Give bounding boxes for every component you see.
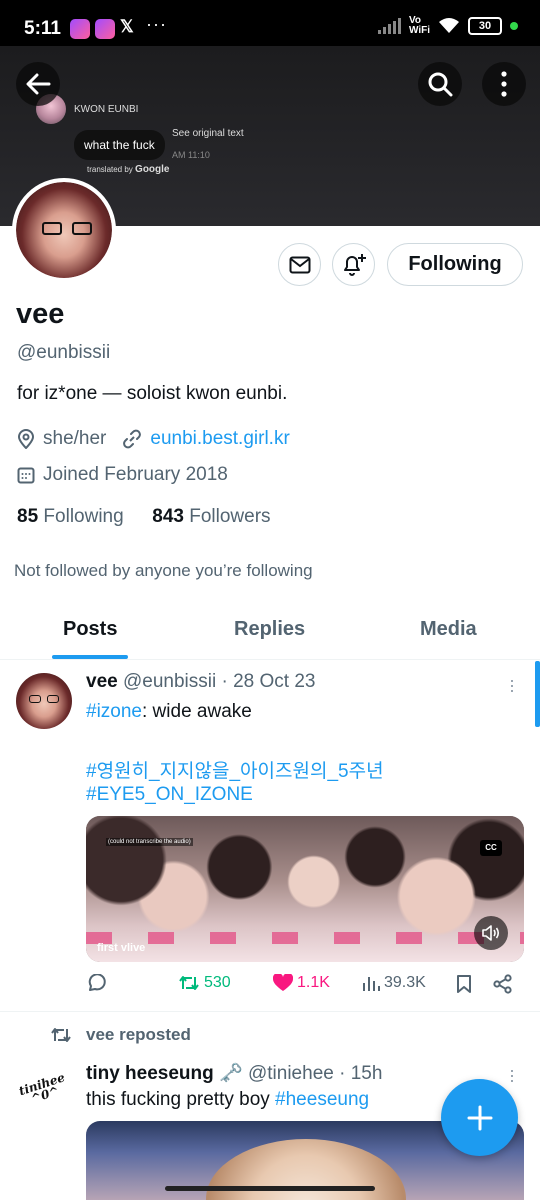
- home-indicator[interactable]: [165, 1186, 375, 1191]
- post-author-avatar[interactable]: [16, 673, 72, 729]
- vowifi-label: Vo WiFi: [408, 15, 430, 36]
- profile-tabs: Posts Replies Media: [0, 600, 540, 660]
- post-divider: [0, 1011, 540, 1012]
- share-icon: [493, 974, 512, 994]
- avatar-handwriting: tinihee ^0^: [17, 1070, 67, 1106]
- followers-count-link[interactable]: 843 Followers: [152, 506, 270, 527]
- bookmark-icon: [457, 975, 471, 993]
- following-count-link[interactable]: 85 Following: [17, 506, 124, 527]
- post-header: vee @eunbissii · 28 Oct 23: [86, 671, 315, 693]
- active-tab-indicator: [52, 655, 128, 659]
- not-followed-notice: Not followed by anyone you’re following: [14, 561, 313, 580]
- signal-icon: [377, 18, 401, 34]
- share-button[interactable]: [493, 974, 517, 994]
- key-emoji-icon: 🗝️: [219, 1063, 243, 1084]
- back-button[interactable]: [16, 62, 60, 106]
- tab-replies[interactable]: Replies: [234, 618, 305, 641]
- post-video[interactable]: (could not transcribe the audio) CC firs…: [86, 816, 524, 962]
- arrow-left-icon: [26, 73, 51, 95]
- video-watermark: first vlive: [97, 942, 146, 954]
- messenger-icon: [95, 19, 115, 39]
- x-icon: 𝕏: [120, 17, 134, 36]
- profile-handle: @eunbissii: [17, 342, 111, 363]
- post-actions: 530 1.1K 39.3K: [86, 974, 524, 998]
- profile-joined-row: Joined February 2018: [17, 464, 228, 486]
- search-icon: [428, 72, 453, 97]
- profile-meta-row: she/her eunbi.best.girl.kr: [17, 428, 290, 450]
- like-button[interactable]: 1.1K: [273, 974, 330, 992]
- message-button[interactable]: [278, 243, 321, 286]
- following-button[interactable]: Following: [387, 243, 523, 286]
- link-icon: [123, 429, 142, 449]
- profile-name: vee: [16, 298, 65, 330]
- video-caption: (could not transcribe the audio): [106, 838, 193, 846]
- banner-message-bubble: what the fuck: [74, 130, 165, 160]
- notifications-button[interactable]: [332, 243, 375, 286]
- calendar-icon: [17, 467, 35, 484]
- battery-icon: 30: [468, 17, 502, 35]
- profile-joined-date: Joined February 2018: [43, 464, 228, 485]
- tab-media[interactable]: Media: [420, 618, 477, 641]
- post-text-line1: #izone: wide awake: [86, 701, 252, 722]
- banner-translated-by: translated by Google: [87, 164, 170, 175]
- repost-label: vee reposted: [86, 1025, 191, 1044]
- hashtag-link[interactable]: #heeseung: [275, 1089, 369, 1110]
- scrollbar[interactable]: [535, 661, 540, 727]
- post-header: tiny heeseung 🗝️ @tiniehee · 15h: [86, 1061, 382, 1085]
- retweet-icon: [51, 1028, 71, 1042]
- bookmark-button[interactable]: [456, 974, 476, 994]
- bell-plus-icon: [343, 253, 366, 276]
- retweet-button[interactable]: 530: [178, 974, 231, 992]
- messenger-icon: [70, 19, 90, 39]
- retweet-icon: [179, 976, 199, 990]
- banner-name: KWON EUNBI: [74, 104, 139, 115]
- repost-indicator: vee reposted: [50, 1025, 191, 1045]
- post-author-name[interactable]: vee: [86, 671, 118, 692]
- reply-button[interactable]: [86, 974, 111, 994]
- closed-captions-button[interactable]: CC: [480, 840, 502, 856]
- more-options-button[interactable]: [482, 62, 526, 106]
- speaker-icon: [482, 925, 500, 941]
- profile-avatar[interactable]: [12, 178, 116, 282]
- mute-button[interactable]: [474, 916, 508, 950]
- vertical-dots-icon: [501, 71, 507, 97]
- envelope-icon: [289, 256, 310, 273]
- profile-pronouns: she/her: [43, 428, 107, 449]
- hashtag-link[interactable]: #영원히_지지않을_아이즈원의_5주년: [86, 756, 384, 783]
- search-button[interactable]: [418, 62, 462, 106]
- post-more-icon[interactable]: · · ·: [509, 671, 515, 699]
- view-count: 39.3K: [384, 974, 426, 991]
- post-handle-date: @tiniehee · 15h: [247, 1063, 383, 1084]
- post-author-avatar[interactable]: tinihee ^0^: [16, 1062, 72, 1118]
- profile-website-link[interactable]: eunbi.best.girl.kr: [150, 428, 289, 450]
- reply-icon: [88, 974, 106, 991]
- like-count: 1.1K: [297, 974, 330, 991]
- post-handle-date: @eunbissii · 28 Oct 23: [122, 671, 316, 692]
- profile-bio: for iz*one — soloist kwon eunbi.: [17, 383, 288, 404]
- location-pin-icon: [17, 429, 35, 449]
- hashtag-link[interactable]: #EYE5_ON_IZONE: [86, 784, 253, 806]
- hashtag-link[interactable]: #izone: [86, 701, 142, 722]
- post-text: this fucking pretty boy #heeseung: [86, 1089, 370, 1110]
- privacy-dot-icon: [510, 22, 518, 30]
- retweet-count: 530: [204, 974, 231, 991]
- tab-posts[interactable]: Posts: [63, 618, 117, 641]
- plus-icon: [467, 1105, 492, 1130]
- status-overflow-icon: ···: [146, 14, 167, 34]
- views-button[interactable]: 39.3K: [362, 974, 426, 992]
- post-more-icon[interactable]: · · ·: [509, 1061, 515, 1089]
- heart-icon: [273, 974, 293, 991]
- banner-see-original: See original text: [172, 128, 244, 139]
- post-author-name[interactable]: tiny heeseung: [86, 1063, 214, 1084]
- compose-post-button[interactable]: [441, 1079, 518, 1156]
- wifi-icon: [439, 18, 459, 33]
- banner-time: AM 11:10: [172, 150, 210, 160]
- status-time: 5:11: [24, 18, 61, 39]
- profile-stats: 85 Following 843 Followers: [17, 506, 271, 528]
- views-chart-icon: [363, 977, 380, 991]
